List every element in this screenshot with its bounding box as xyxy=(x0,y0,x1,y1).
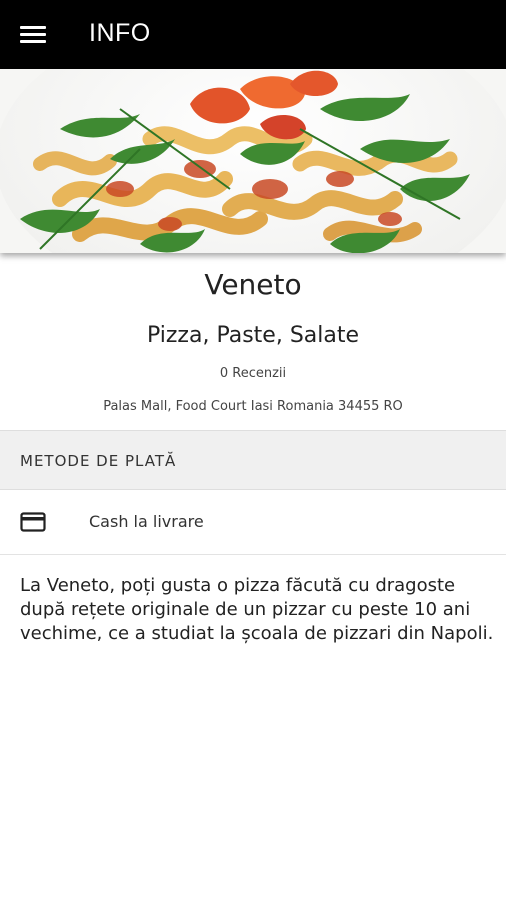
credit-card-icon xyxy=(20,512,46,532)
restaurant-description: La Veneto, poți gusta o pizza făcută cu … xyxy=(20,575,494,644)
reviews-count[interactable]: 0 Recenzii xyxy=(0,366,506,381)
menu-icon xyxy=(20,25,46,45)
cuisine-types: Pizza, Paste, Salate xyxy=(146,323,360,348)
restaurant-name: Veneto xyxy=(204,268,302,301)
restaurant-address: Palas Mall, Food Court Iasi Romania 3445… xyxy=(103,399,403,414)
hero-image xyxy=(0,69,506,253)
section-header-label: METODE DE PLATĂ xyxy=(20,452,177,470)
payment-method-item: Cash la livrare xyxy=(0,490,506,555)
payment-method-label: Cash la livrare xyxy=(89,512,204,531)
app-bar: INFO xyxy=(0,0,506,69)
page-title: INFO xyxy=(89,19,151,47)
menu-button[interactable] xyxy=(14,16,52,54)
payment-methods-header: METODE DE PLATĂ xyxy=(0,430,506,490)
